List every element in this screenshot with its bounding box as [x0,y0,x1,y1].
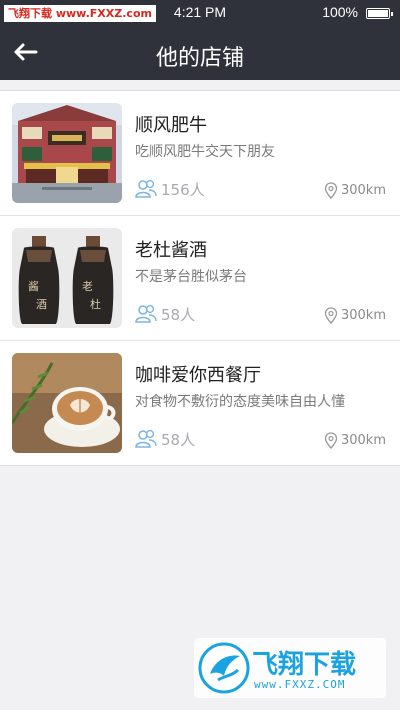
shop-fans: 156人 [135,178,205,200]
shop-item[interactable]: 顺风肥牛 吃顺风肥牛交天下朋友 156人 300km [0,91,400,216]
battery-percent: 100% [322,4,358,20]
shop-distance: 300km [324,305,386,325]
location-pin-icon [324,306,338,324]
fans-count: 58人 [161,430,196,449]
shop-name: 老杜酱酒 [135,240,207,261]
shop-thumbnail [12,353,122,453]
people-icon [135,179,157,198]
shop-distance: 300km [324,180,386,200]
shop-fans: 58人 [135,428,195,450]
status-bar: 飞翔下载 www.FXXZ.com 4:21 PM 100% [0,0,400,26]
fans-count: 156人 [161,180,205,199]
fans-count: 58人 [161,305,196,324]
location-pin-icon [324,431,338,449]
svg-text:杜: 杜 [90,297,101,311]
logo-url-text: www.FXXZ.COM [254,678,346,691]
liquor-bottles-image: 酱 酒 老 杜 [12,228,122,328]
shop-description: 对食物不敷衍的态度美味自由人懂 [135,394,345,410]
distance-value: 300km [340,307,386,323]
fxxz-logo: 飞翔下载 www.FXXZ.COM [194,638,386,698]
restaurant-storefront-image [12,103,122,203]
shop-list: 顺风肥牛 吃顺风肥牛交天下朋友 156人 300km 酱 酒 老 杜 老杜酱酒 … [0,90,400,466]
logo-brand-text: 飞翔下载 [252,650,357,680]
location-pin-icon [324,181,338,199]
svg-text:酒: 酒 [36,298,47,311]
svg-text:酱: 酱 [28,279,39,293]
people-icon [135,304,157,323]
app-header: 飞翔下载 www.FXXZ.com 4:21 PM 100% 他的店铺 [0,0,400,80]
shop-name: 咖啡爱你西餐厅 [135,365,261,386]
shop-description: 不是茅台胜似茅台 [135,269,247,285]
shop-item[interactable]: 咖啡爱你西餐厅 对食物不敷衍的态度美味自由人懂 58人 300km [0,341,400,465]
shop-description: 吃顺风肥牛交天下朋友 [135,144,275,160]
latte-cup-image [12,353,122,453]
shop-thumbnail [12,103,122,203]
shop-distance: 300km [324,430,386,450]
people-icon [135,429,157,448]
shop-fans: 58人 [135,303,195,325]
distance-value: 300km [340,432,386,448]
shop-name: 顺风肥牛 [135,115,207,136]
page-title: 他的店铺 [155,46,244,71]
logo-emblem-icon [198,642,250,694]
battery-icon [366,8,393,19]
svg-text:老: 老 [82,280,93,293]
shop-thumbnail: 酱 酒 老 杜 [12,228,122,328]
distance-value: 300km [340,182,386,198]
shop-item[interactable]: 酱 酒 老 杜 老杜酱酒 不是茅台胜似茅台 58人 300km [0,216,400,341]
